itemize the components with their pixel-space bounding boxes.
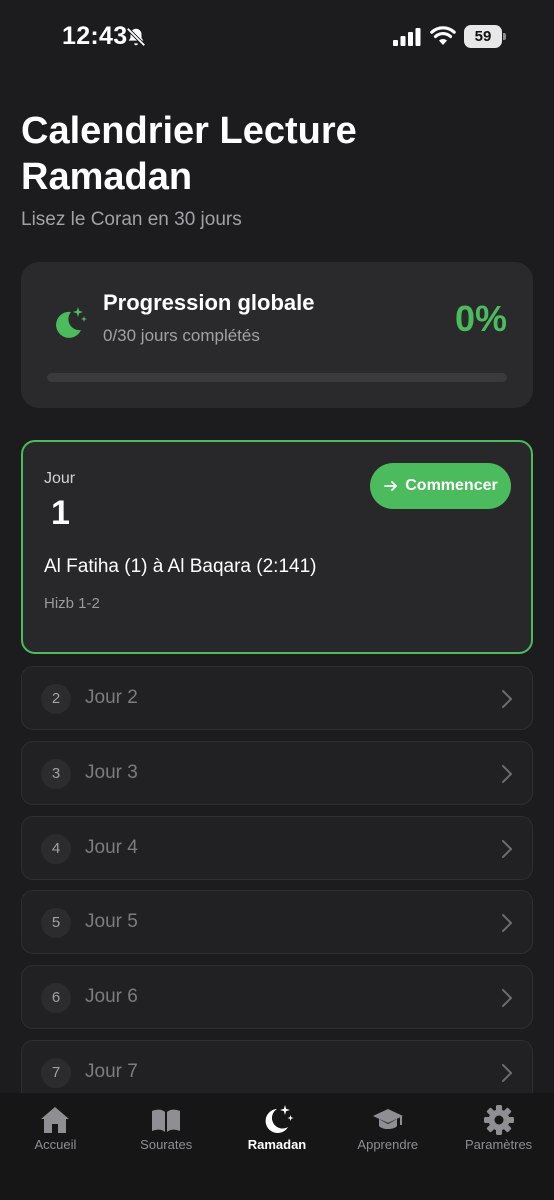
- tab-label: Accueil: [34, 1137, 77, 1152]
- status-time: 12:43: [62, 22, 128, 50]
- day-badge: 5: [41, 908, 71, 938]
- progress-percent: 0%: [454, 298, 507, 339]
- day-row-label: Jour 2: [85, 687, 138, 708]
- graduation-cap-icon: [372, 1109, 403, 1129]
- day-row[interactable]: 3 Jour 3: [21, 741, 533, 805]
- day-row-label: Jour 6: [85, 986, 138, 1007]
- chevron-right-icon: [502, 690, 512, 708]
- day-badge: 3: [41, 759, 71, 789]
- start-button[interactable]: Commencer: [370, 463, 511, 509]
- progress-title: Progression globale: [103, 290, 315, 315]
- wifi-icon: [430, 26, 456, 45]
- day-row-label: Jour 5: [85, 911, 138, 932]
- chevron-right-icon: [502, 1064, 512, 1082]
- moon-stars-icon: [56, 307, 87, 338]
- tab-label: Paramètres: [464, 1137, 533, 1152]
- progress-card: Progression globale 0/30 jours complétés…: [21, 262, 533, 408]
- battery-indicator: 59: [464, 25, 506, 48]
- tab-ramadan[interactable]: Ramadan: [222, 1093, 333, 1200]
- tab-parametres[interactable]: Paramètres: [443, 1093, 554, 1200]
- arrow-right-icon: [384, 481, 398, 491]
- home-icon: [41, 1107, 70, 1133]
- day-row-label: Jour 4: [85, 837, 138, 858]
- day-label: Jour: [44, 470, 76, 487]
- chevron-right-icon: [502, 840, 512, 858]
- tab-label: Sourates: [140, 1137, 193, 1152]
- moon-stars-icon: [265, 1105, 294, 1133]
- bell-slash-icon: [126, 27, 146, 47]
- chevron-right-icon: [502, 989, 512, 1007]
- gear-icon: [483, 1105, 514, 1135]
- battery-cap: [503, 33, 506, 40]
- tab-accueil[interactable]: Accueil: [0, 1093, 111, 1200]
- day-badge: 4: [41, 834, 71, 864]
- day-number: 1: [51, 494, 70, 532]
- progress-bar: [47, 373, 507, 382]
- page-title: Calendrier Lecture Ramadan: [21, 110, 357, 198]
- book-icon: [152, 1109, 181, 1132]
- day-badge: 2: [41, 684, 71, 714]
- tab-bar: Accueil Sourates Ramadan Apprendre Param…: [0, 1093, 554, 1200]
- battery-level: 59: [474, 28, 492, 45]
- day-badge: 7: [41, 1058, 71, 1088]
- day-row-label: Jour 7: [85, 1061, 138, 1082]
- screen: 12:43 59 Calendrier Lecture Ramadan Lise…: [0, 0, 554, 1200]
- day-row[interactable]: 2 Jour 2: [21, 666, 533, 730]
- day-row[interactable]: 6 Jour 6: [21, 965, 533, 1029]
- day-row[interactable]: 4 Jour 4: [21, 816, 533, 880]
- hizb-label: Hizb 1-2: [44, 595, 100, 612]
- chevron-right-icon: [502, 765, 512, 783]
- status-bar: 12:43 59: [0, 0, 554, 76]
- day-badge: 6: [41, 983, 71, 1013]
- tab-label: Apprendre: [357, 1137, 419, 1152]
- signal-icon: [393, 28, 421, 46]
- reading-range: Al Fatiha (1) à Al Baqara (2:141): [44, 556, 317, 577]
- progress-completed-text: 0/30 jours complétés: [103, 326, 260, 345]
- page-subtitle: Lisez le Coran en 30 jours: [21, 209, 242, 230]
- tab-apprendre[interactable]: Apprendre: [332, 1093, 443, 1200]
- day-card-active[interactable]: Jour 1 Commencer Al Fatiha (1) à Al Baqa…: [21, 440, 533, 654]
- tab-label: Ramadan: [247, 1137, 307, 1152]
- tab-sourates[interactable]: Sourates: [111, 1093, 222, 1200]
- start-button-label: Commencer: [405, 477, 498, 494]
- chevron-right-icon: [502, 914, 512, 932]
- day-row-label: Jour 3: [85, 762, 138, 783]
- day-row[interactable]: 5 Jour 5: [21, 890, 533, 954]
